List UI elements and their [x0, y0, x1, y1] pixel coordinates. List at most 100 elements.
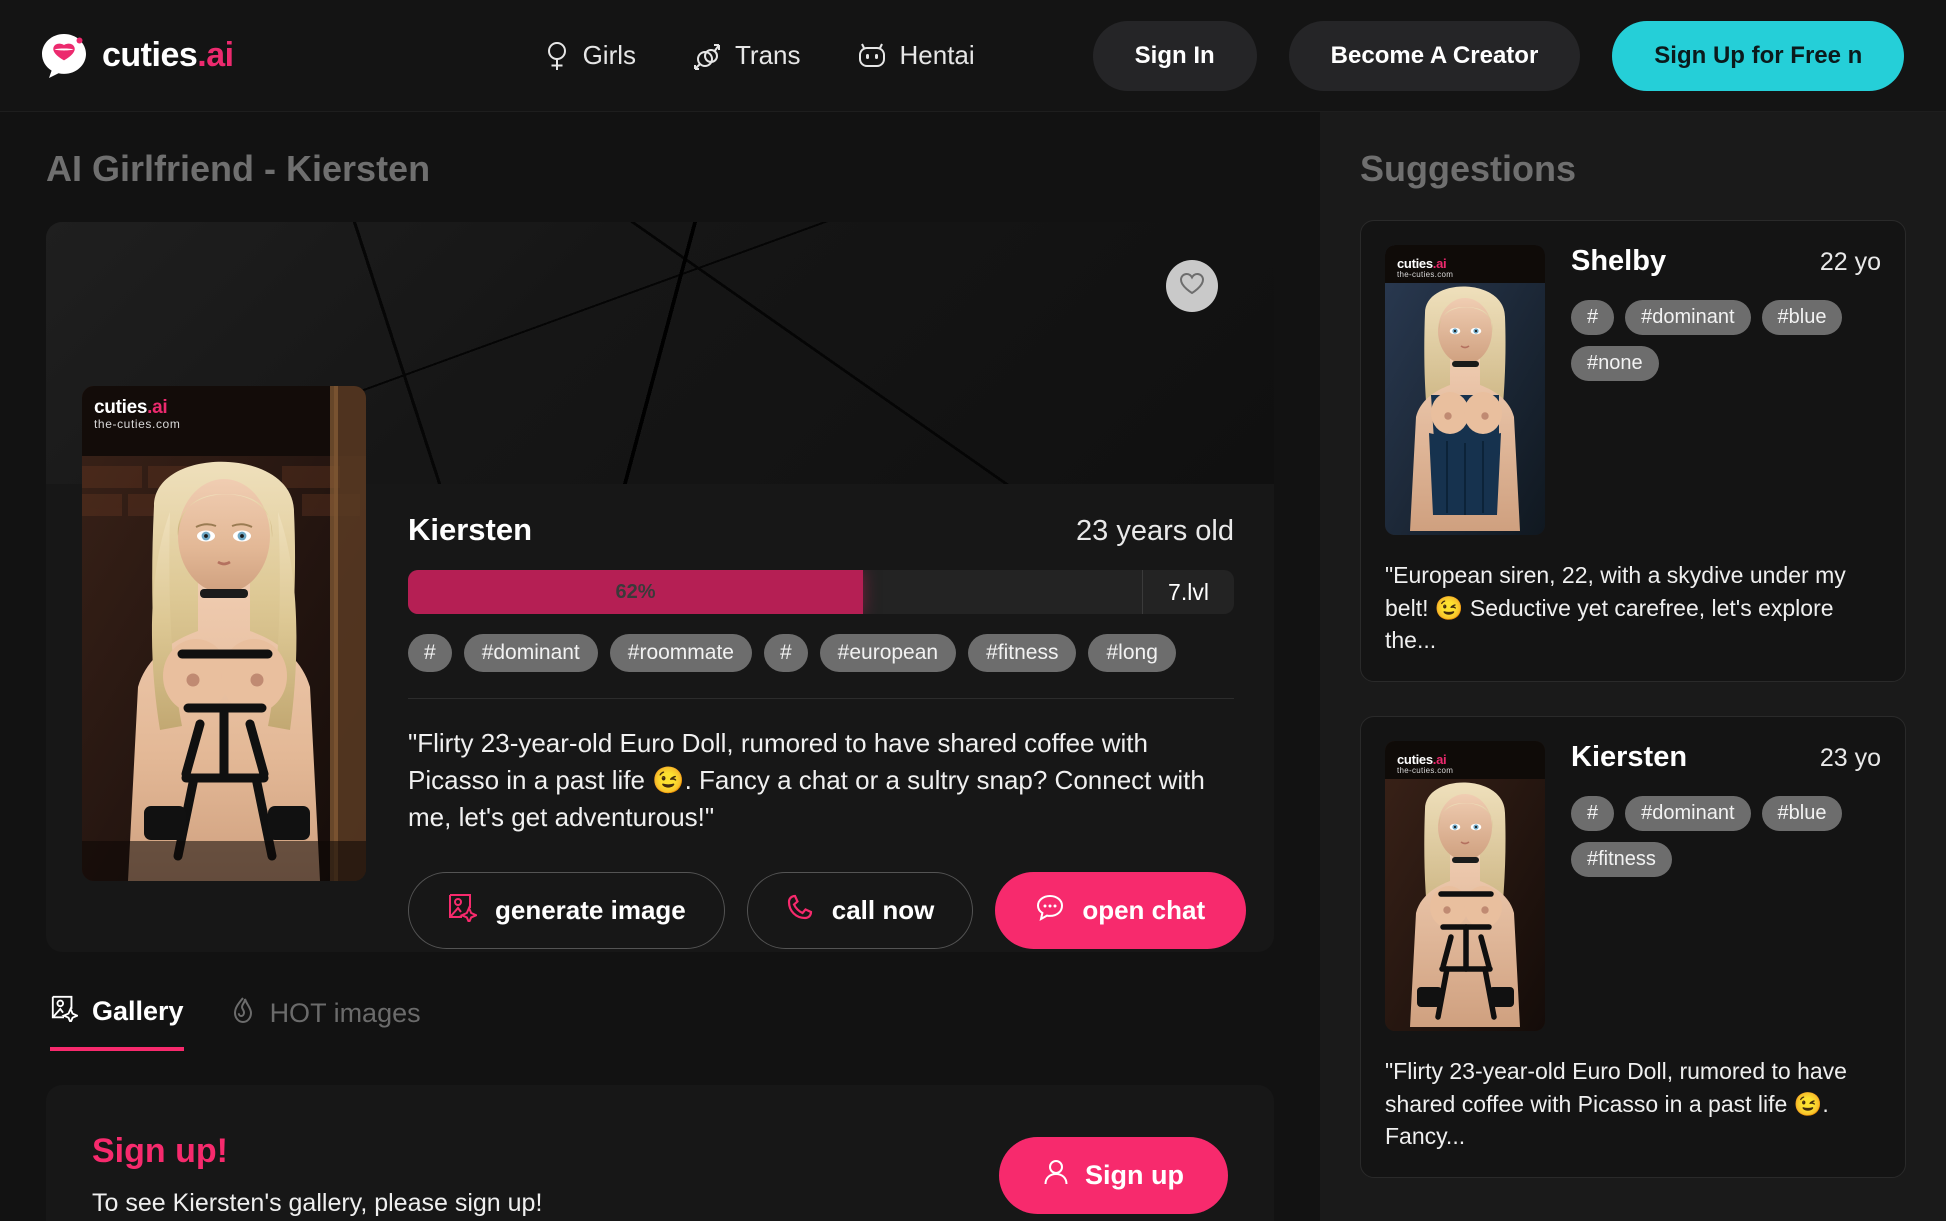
suggestion-top-row: cuties.ai the-cuties.com Shelby 22 yo # #domi…	[1385, 245, 1881, 535]
suggestion-tag-list: # #dominant #blue #none	[1571, 300, 1881, 381]
profile-tag[interactable]: #	[408, 634, 452, 672]
tab-hot-images[interactable]: HOT images	[230, 994, 421, 1051]
open-chat-label: open chat	[1082, 894, 1206, 925]
watermark-url: the-cuties.com	[1397, 765, 1454, 775]
brand-name-accent: .ai	[197, 36, 234, 74]
suggestion-tag[interactable]: #	[1571, 795, 1615, 831]
suggestion-card[interactable]: cuties.ai the-cuties.com Kiersten 23 yo # #do…	[1360, 715, 1906, 1178]
suggestion-age: 22 yo	[1819, 248, 1881, 276]
call-now-label: call now	[831, 894, 935, 925]
profile-tag[interactable]: #dominant	[463, 634, 598, 672]
sign-in-button[interactable]: Sign In	[1092, 20, 1257, 91]
heart-icon	[1179, 272, 1205, 301]
watermark-main: cuties	[94, 397, 148, 418]
progress-track: 62%	[408, 570, 1142, 614]
profile-tag[interactable]: #european	[819, 634, 957, 672]
header-actions: Sign In Become A Creator Sign Up for Fre…	[1092, 20, 1905, 91]
watermark-accent: .ai	[1432, 751, 1447, 767]
level-badge: 7.lvl	[1142, 570, 1234, 614]
profile-name-row: Kiersten 23 years old	[408, 512, 1234, 548]
suggestion-thumbnail[interactable]: cuties.ai the-cuties.com	[1385, 245, 1545, 535]
suggestion-card-wrapper: cuties.ai the-cuties.com Shelby 22 yo # #domi…	[1360, 220, 1906, 682]
generate-image-button[interactable]: generate image	[408, 871, 725, 949]
profile-name: Kiersten	[408, 512, 533, 547]
become-creator-button[interactable]: Become A Creator	[1288, 20, 1581, 91]
suggestion-tag[interactable]: #	[1571, 300, 1615, 335]
suggestion-body: Shelby 22 yo # #dominant #blue #none	[1571, 245, 1881, 535]
profile-age: 23 years old	[1076, 515, 1234, 547]
nav-label-trans: Trans	[735, 40, 801, 70]
suggestions-title: Suggestions	[1360, 148, 1577, 189]
profile-tag-list: # #dominant #roommate # #european #fitness #lo…	[408, 634, 1234, 672]
suggestion-tag[interactable]: #fitness	[1571, 841, 1672, 877]
watermark-main: cuties	[1397, 256, 1433, 271]
watermark-url: the-cuties.com	[1397, 269, 1454, 279]
main-content: AI Girlfriend - Kiersten cuties.ai the-c…	[0, 112, 1320, 1221]
suggestion-name: Shelby	[1571, 245, 1667, 277]
nav-item-hentai[interactable]: Hentai	[857, 40, 975, 71]
brand-name-main: cuties	[102, 36, 198, 74]
favorite-button[interactable]	[1166, 260, 1218, 312]
suggestion-tag[interactable]: #dominant	[1625, 300, 1751, 335]
generate-image-label: generate image	[495, 894, 686, 925]
suggestion-tag[interactable]: #blue	[1761, 795, 1843, 831]
user-icon	[1043, 1158, 1069, 1193]
suggestion-tag[interactable]: #blue	[1761, 300, 1843, 335]
section-divider	[408, 698, 1234, 699]
nav-label-hentai: Hentai	[899, 40, 975, 70]
signup-text-block: Sign up! To see Kiersten's gallery, plea…	[92, 1132, 542, 1218]
open-chat-button[interactable]: open chat	[995, 871, 1247, 949]
progress-fill: 62%	[408, 570, 864, 614]
avatar-image	[82, 386, 366, 881]
avatar-watermark: cuties.ai the-cuties.com	[94, 398, 180, 431]
suggestion-top-row: cuties.ai the-cuties.com Kiersten 23 yo # #do…	[1385, 740, 1881, 1031]
suggestion-quote: "Flirty 23-year-old Euro Doll, rumored t…	[1385, 1057, 1847, 1150]
sign-up-free-button[interactable]: Sign Up for Free n	[1612, 20, 1905, 91]
call-now-button[interactable]: call now	[746, 871, 974, 949]
suggestion-card-wrapper: cuties.ai the-cuties.com Kiersten 23 yo # #do…	[1360, 715, 1906, 1178]
top-header: cuties.ai Girls Trans Hentai Sign In Bec…	[0, 0, 1946, 112]
suggestion-tag[interactable]: #none	[1571, 346, 1659, 381]
suggestion-tag-list: # #dominant #blue #fitness	[1571, 795, 1881, 877]
signup-panel: Sign up! To see Kiersten's gallery, plea…	[46, 1085, 1274, 1221]
signup-button-label: Sign up	[1085, 1159, 1184, 1190]
watermark-url: the-cuties.com	[94, 416, 181, 431]
brand-name: cuties.ai	[102, 36, 234, 75]
suggestion-watermark: cuties.ai the-cuties.com	[1397, 257, 1453, 279]
suggestion-card[interactable]: cuties.ai the-cuties.com Shelby 22 yo # #domi…	[1360, 220, 1906, 682]
profile-tag[interactable]: #	[763, 634, 808, 672]
watermark-accent: .ai	[147, 397, 168, 418]
level-progress-bar: 62% 7.lvl	[408, 570, 1234, 614]
signup-button[interactable]: Sign up	[999, 1136, 1228, 1214]
nav-item-girls[interactable]: Girls	[544, 40, 636, 71]
image-sparkle-icon	[50, 994, 80, 1029]
image-sparkle-icon	[447, 892, 479, 929]
profile-tag[interactable]: #long	[1088, 634, 1176, 672]
brand-logo[interactable]: cuties.ai	[40, 32, 234, 80]
profile-avatar[interactable]: cuties.ai the-cuties.com	[82, 386, 366, 881]
suggestion-quote: "European siren, 22, with a skydive unde…	[1385, 562, 1846, 654]
phone-icon	[786, 893, 814, 928]
main-nav: Girls Trans Hentai	[544, 40, 975, 71]
suggestions-panel: Suggestions cuties.ai the-cuties.com Shelb…	[1320, 112, 1946, 1221]
profile-tag[interactable]: #fitness	[968, 634, 1077, 672]
signup-title: Sign up!	[92, 1132, 228, 1170]
page-body: AI Girlfriend - Kiersten cuties.ai the-c…	[0, 112, 1946, 1221]
profile-tag[interactable]: #roommate	[609, 634, 752, 672]
transgender-icon	[692, 41, 722, 71]
tab-hot-images-label: HOT images	[269, 998, 421, 1028]
tab-gallery[interactable]: Gallery	[50, 994, 184, 1051]
speech-bubble-lips-icon	[40, 32, 88, 80]
suggestion-name: Kiersten	[1571, 740, 1688, 773]
watermark-main: cuties	[1397, 751, 1433, 767]
chat-bubble-icon	[1036, 893, 1064, 928]
suggestion-thumbnail[interactable]: cuties.ai the-cuties.com	[1385, 740, 1545, 1031]
anime-face-icon	[857, 43, 887, 69]
suggestion-age: 23 yo	[1819, 743, 1881, 772]
tab-gallery-label: Gallery	[92, 996, 184, 1026]
profile-card: cuties.ai the-cuties.com Kiersten 23 yea…	[46, 222, 1274, 952]
nav-label-girls: Girls	[582, 40, 637, 70]
nav-item-trans[interactable]: Trans	[692, 40, 801, 71]
suggestion-name-row: Shelby 22 yo	[1571, 245, 1881, 278]
suggestion-tag[interactable]: #dominant	[1625, 795, 1751, 831]
